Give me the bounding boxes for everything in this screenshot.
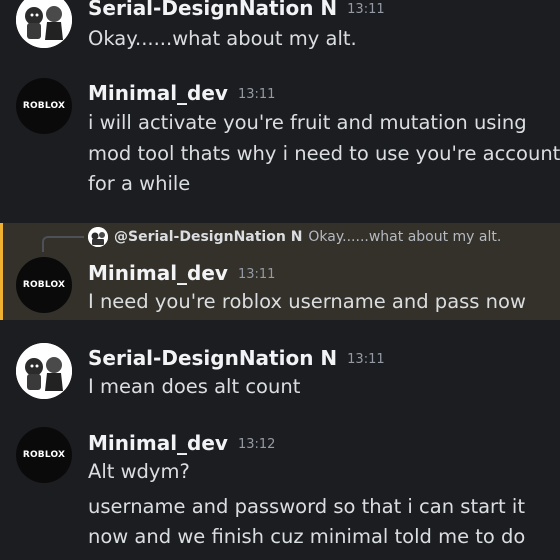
message-text: Okay......what about my alt. [88, 27, 357, 50]
message-text-line-1: Alt wdym? [88, 460, 190, 483]
message-text-line-2: mod tool thats why i need to use you're … [88, 142, 560, 165]
reply-connector [42, 236, 84, 252]
timestamp: 13:11 [347, 352, 385, 367]
avatar-image [16, 343, 72, 399]
author-name[interactable]: Serial-DesignNation N [88, 346, 337, 370]
message-text: I need you're roblox username and pass n… [88, 290, 526, 313]
author-name[interactable]: Minimal_dev [88, 81, 228, 105]
message-text-line-2: username and password so that i can star… [88, 495, 525, 518]
roblox-logo: ROBLOX [22, 450, 66, 460]
reply-avatar [88, 227, 108, 247]
message-text-line-3: for a while [88, 172, 191, 195]
author-name[interactable]: Minimal_dev [88, 431, 228, 455]
timestamp: 13:11 [237, 267, 276, 282]
reply-preview[interactable]: @Serial-DesignNation N Okay......what ab… [88, 225, 501, 249]
roblox-logo: ROBLOX [22, 101, 66, 111]
avatar[interactable]: ROBLOX [16, 427, 72, 483]
message-text-line-3: now and we finish cuz minimal told me to… [88, 525, 526, 548]
message-text-line-1: i will activate you're fruit and mutatio… [88, 111, 527, 134]
avatar[interactable]: ROBLOX [16, 78, 72, 134]
author-name[interactable]: Minimal_dev [88, 261, 228, 285]
avatar[interactable] [16, 343, 72, 399]
reply-avatar-image [88, 227, 108, 247]
author-name[interactable]: Serial-DesignNation N [88, 0, 337, 20]
timestamp: 13:11 [347, 2, 385, 17]
reply-author[interactable]: @Serial-DesignNation N [114, 229, 302, 245]
avatar[interactable] [16, 0, 72, 48]
timestamp: 13:11 [237, 87, 276, 102]
mention-bar [0, 223, 3, 320]
avatar-image [16, 0, 72, 48]
reply-text[interactable]: Okay......what about my alt. [308, 229, 501, 245]
avatar[interactable]: ROBLOX [16, 257, 72, 313]
timestamp: 13:12 [237, 437, 276, 452]
roblox-logo: ROBLOX [22, 280, 66, 290]
message-text: I mean does alt count [88, 375, 301, 398]
